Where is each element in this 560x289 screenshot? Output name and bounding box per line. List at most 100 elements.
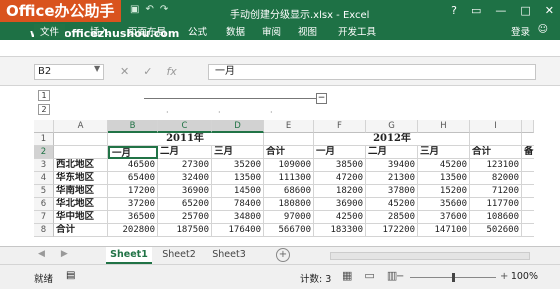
grid-cell[interactable]: 108600 xyxy=(470,211,522,224)
grid-cell[interactable]: 华北地区 xyxy=(54,198,108,211)
add-sheet-button[interactable]: + xyxy=(276,248,290,262)
grid-cell[interactable]: 21300 xyxy=(366,172,418,185)
grid-cell[interactable]: 28500 xyxy=(366,211,418,224)
next-sheet-icon[interactable]: ▶ xyxy=(61,249,68,259)
grid-cell[interactable]: 47200 xyxy=(314,172,366,185)
column-header[interactable]: F xyxy=(314,120,366,133)
grid-cell[interactable]: 15200 xyxy=(418,185,470,198)
undo-icon[interactable]: ↶ xyxy=(145,4,153,15)
login-link[interactable]: 登录 xyxy=(511,24,530,38)
grid-cell[interactable]: 西北地区 xyxy=(54,159,108,172)
ribbon-display-button[interactable]: ▭ xyxy=(471,4,481,17)
grid-cell[interactable]: 36500 xyxy=(108,211,158,224)
insert-function-icon[interactable]: fx xyxy=(166,65,176,78)
grid-cell[interactable] xyxy=(212,133,264,146)
grid-cell[interactable]: 68600 xyxy=(264,185,314,198)
grid-cell[interactable]: 华东地区 xyxy=(54,172,108,185)
tab-data[interactable]: 数据 xyxy=(226,24,245,38)
grid-cell[interactable] xyxy=(54,146,108,159)
grid-cell[interactable]: 36900 xyxy=(158,185,212,198)
tab-insert[interactable]: 插入 xyxy=(90,24,109,38)
grid-cell[interactable]: 38500 xyxy=(314,159,366,172)
grid-cell[interactable]: 97000 xyxy=(264,211,314,224)
grid-cell[interactable]: 2012年 xyxy=(366,133,418,146)
grid-cell[interactable]: 202800 xyxy=(108,224,158,237)
sheet-tab-sheet2[interactable]: Sheet2 xyxy=(156,247,202,264)
help-button[interactable]: ? xyxy=(451,4,457,17)
grid-cell[interactable]: 147100 xyxy=(418,224,470,237)
grid-cell[interactable]: 2011年 xyxy=(158,133,212,146)
grid-cell[interactable]: 123100 xyxy=(470,159,522,172)
grid-cell[interactable]: 一月 xyxy=(314,146,366,159)
grid-cell[interactable]: 566700 xyxy=(264,224,314,237)
tab-developer[interactable]: 开发工具 xyxy=(338,24,376,38)
tab-view[interactable]: 视图 xyxy=(298,24,317,38)
close-button[interactable]: ✕ xyxy=(545,4,554,17)
save-icon[interactable]: ▣ xyxy=(130,4,139,15)
grid-cell[interactable]: 117700 xyxy=(470,198,522,211)
zoom-in-icon[interactable]: + xyxy=(500,271,508,282)
grid-cell[interactable]: 37200 xyxy=(108,198,158,211)
sheet-tab-sheet1[interactable]: Sheet1 xyxy=(106,247,152,264)
grid-cell[interactable]: 42500 xyxy=(314,211,366,224)
grid-cell[interactable]: 37600 xyxy=(418,211,470,224)
grid-cell[interactable]: 176400 xyxy=(212,224,264,237)
grid-cell[interactable] xyxy=(522,185,534,198)
column-header[interactable]: A xyxy=(54,120,108,133)
minimize-button[interactable]: — xyxy=(495,4,506,17)
chevron-down-icon[interactable]: ▼ xyxy=(94,64,100,73)
grid-cell[interactable]: 三月 xyxy=(212,146,264,159)
normal-view-icon[interactable]: ▦ xyxy=(342,269,352,282)
grid-cell[interactable]: 合计 xyxy=(470,146,522,159)
grid-cell[interactable]: 109000 xyxy=(264,159,314,172)
grid-cell[interactable] xyxy=(522,224,534,237)
zoom-out-icon[interactable]: − xyxy=(396,271,404,282)
column-header[interactable]: C xyxy=(158,120,212,133)
grid-cell[interactable] xyxy=(264,133,314,146)
grid-cell[interactable]: 82000 xyxy=(470,172,522,185)
grid-cell[interactable]: 华南地区 xyxy=(54,185,108,198)
grid-cell[interactable]: 华中地区 xyxy=(54,211,108,224)
grid-cell[interactable]: 32400 xyxy=(158,172,212,185)
grid-cell[interactable] xyxy=(522,211,534,224)
grid-cell[interactable]: 172200 xyxy=(366,224,418,237)
grid-cell[interactable] xyxy=(470,133,522,146)
select-all-corner[interactable] xyxy=(34,120,54,133)
grid-cell[interactable]: 18200 xyxy=(314,185,366,198)
grid-cell[interactable]: 187500 xyxy=(158,224,212,237)
grid-cell[interactable]: 一月 xyxy=(108,146,158,159)
tab-formulas[interactable]: 公式 xyxy=(188,24,207,38)
grid-cell[interactable]: 78400 xyxy=(212,198,264,211)
row-header[interactable]: 3 xyxy=(34,159,54,172)
collapse-group-button[interactable]: − xyxy=(316,93,327,104)
grid-cell[interactable]: 35200 xyxy=(212,159,264,172)
outline-level-2-button[interactable]: 2 xyxy=(38,104,50,115)
grid-cell[interactable] xyxy=(522,159,534,172)
tab-file[interactable]: 文件 xyxy=(34,24,66,38)
grid-cell[interactable]: 合计 xyxy=(54,224,108,237)
formula-input[interactable]: 一月 xyxy=(208,64,536,80)
column-header[interactable]: H xyxy=(418,120,470,133)
feedback-smile-icon[interactable]: ☺ xyxy=(538,24,548,35)
grid-cell[interactable]: 37800 xyxy=(366,185,418,198)
row-header[interactable]: 7 xyxy=(34,211,54,224)
grid-cell[interactable]: 35600 xyxy=(418,198,470,211)
grid-cell[interactable] xyxy=(522,172,534,185)
grid-cell[interactable]: 34800 xyxy=(212,211,264,224)
row-header[interactable]: 2 xyxy=(34,146,54,159)
grid-cell[interactable]: 45200 xyxy=(366,198,418,211)
grid-cell[interactable]: 13500 xyxy=(418,172,470,185)
horizontal-scrollbar[interactable] xyxy=(330,252,530,260)
tab-review[interactable]: 审阅 xyxy=(262,24,281,38)
sheet-tab-sheet3[interactable]: Sheet3 xyxy=(206,247,252,264)
grid-cell[interactable] xyxy=(54,133,108,146)
outline-level-1-button[interactable]: 1 xyxy=(38,90,50,101)
cancel-icon[interactable]: ✕ xyxy=(120,65,129,78)
grid-cell[interactable]: 46500 xyxy=(108,159,158,172)
grid-cell[interactable]: 二月 xyxy=(366,146,418,159)
tab-page-layout[interactable]: 页面布局 xyxy=(128,24,166,38)
grid-cell[interactable]: 13500 xyxy=(212,172,264,185)
grid-cell[interactable]: 502600 xyxy=(470,224,522,237)
grid-cell[interactable] xyxy=(108,133,158,146)
grid-cell[interactable] xyxy=(522,133,534,146)
